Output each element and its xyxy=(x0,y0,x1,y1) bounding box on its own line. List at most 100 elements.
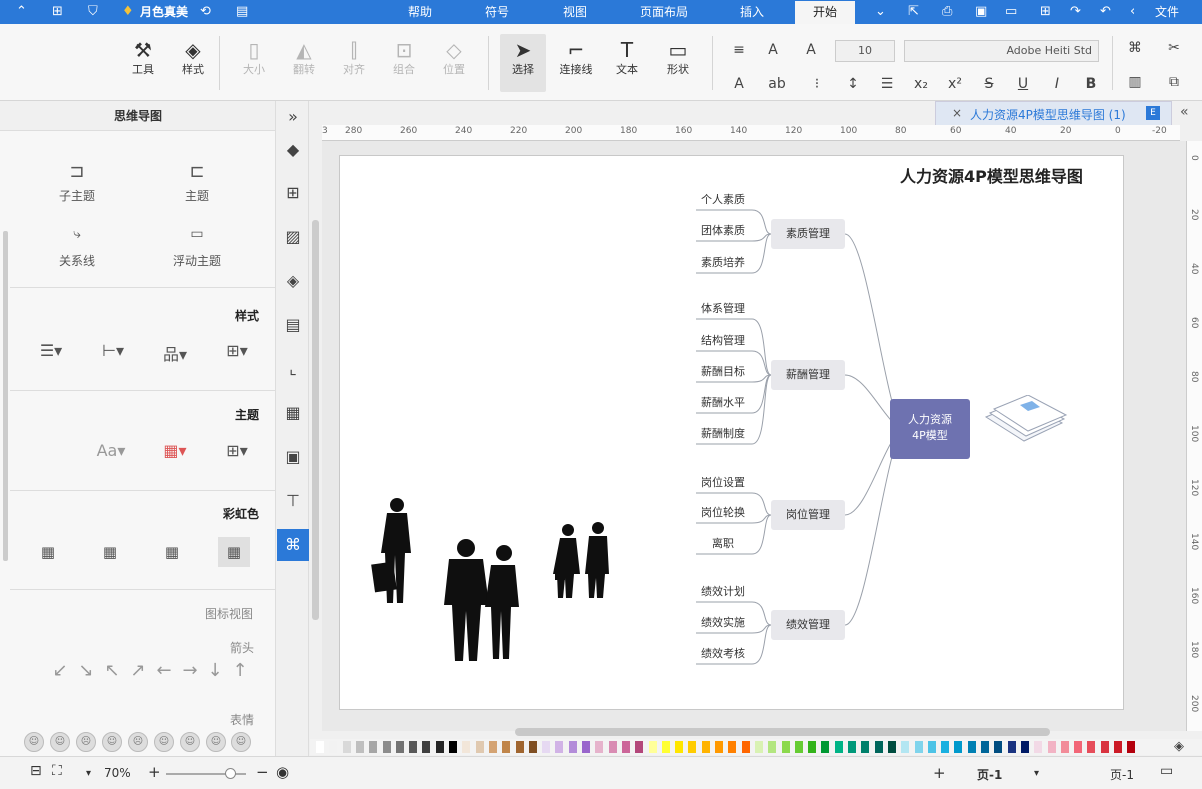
color-swatch[interactable] xyxy=(462,741,471,753)
color-swatch[interactable] xyxy=(635,741,644,753)
color-swatch[interactable] xyxy=(342,741,351,753)
business-people-silhouettes[interactable] xyxy=(365,493,625,673)
color-swatch[interactable] xyxy=(568,741,577,753)
branch-topic[interactable]: 岗位管理 xyxy=(771,500,845,530)
color-swatch[interactable] xyxy=(967,741,976,753)
fit-page-icon[interactable]: ⊟ xyxy=(30,763,42,779)
color-swatch[interactable] xyxy=(502,741,511,753)
color-swatch[interactable] xyxy=(715,741,723,753)
horizontal-scrollbar[interactable] xyxy=(515,728,1050,736)
leaf-topic[interactable]: 团体素质 xyxy=(693,222,753,238)
leaf-topic[interactable]: 岗位轮换 xyxy=(693,504,753,520)
color-swatch[interactable] xyxy=(316,741,324,753)
color-swatch[interactable] xyxy=(595,741,604,753)
leaf-topic[interactable]: 离职 xyxy=(693,535,753,551)
color-swatch[interactable] xyxy=(981,741,989,753)
page-layout-icon[interactable]: ▭ xyxy=(1160,763,1173,779)
color-swatch[interactable] xyxy=(1127,741,1136,753)
color-swatch[interactable] xyxy=(648,741,657,753)
leaf-topic[interactable]: 体系管理 xyxy=(693,300,753,316)
branch-topic[interactable]: 薪酬管理 xyxy=(771,360,845,390)
color-swatch[interactable] xyxy=(621,741,630,753)
color-swatch[interactable] xyxy=(449,741,457,753)
fit-zoom-icon[interactable]: ◉ xyxy=(276,763,289,781)
leaf-topic[interactable]: 岗位设置 xyxy=(693,474,753,490)
fullscreen-icon[interactable]: ⛶ xyxy=(52,763,62,779)
color-swatch[interactable] xyxy=(1074,741,1083,753)
color-swatch[interactable] xyxy=(608,741,617,753)
color-swatch[interactable] xyxy=(1100,741,1109,753)
color-swatch[interactable] xyxy=(701,741,710,753)
color-swatch[interactable] xyxy=(329,741,338,753)
color-swatch[interactable] xyxy=(954,741,963,753)
color-swatch[interactable] xyxy=(1114,741,1122,753)
color-swatch[interactable] xyxy=(1034,741,1043,753)
leaf-topic[interactable]: 绩效实施 xyxy=(693,614,753,630)
page-indicator[interactable]: 页-1 xyxy=(1110,766,1134,783)
fill-color-icon[interactable]: ◈ xyxy=(1174,739,1184,754)
color-swatch[interactable] xyxy=(994,741,1003,753)
branch-topic[interactable]: 素质管理 xyxy=(771,219,845,249)
color-swatch[interactable] xyxy=(488,741,497,753)
color-swatch[interactable] xyxy=(369,741,378,753)
page-tab[interactable]: 页-1 xyxy=(977,766,1002,783)
leaf-topic[interactable]: 薪酬制度 xyxy=(693,425,753,441)
color-swatch[interactable] xyxy=(475,741,484,753)
branch-topic[interactable]: 绩效管理 xyxy=(771,610,845,640)
color-swatch[interactable] xyxy=(409,741,418,753)
color-swatch[interactable] xyxy=(528,741,537,753)
color-swatch[interactable] xyxy=(861,741,870,753)
color-swatch[interactable] xyxy=(661,741,670,753)
color-swatch[interactable] xyxy=(1087,741,1096,753)
color-swatch[interactable] xyxy=(874,741,883,753)
color-swatch[interactable] xyxy=(515,741,524,753)
color-swatch[interactable] xyxy=(1060,741,1069,753)
mindmap-title[interactable]: 人力资源4P模型思维导图 xyxy=(900,163,1083,187)
add-page-icon[interactable]: + xyxy=(933,764,946,782)
color-swatch[interactable] xyxy=(834,741,843,753)
color-swatch[interactable] xyxy=(675,741,684,753)
color-swatch[interactable] xyxy=(555,741,564,753)
color-swatch[interactable] xyxy=(887,741,896,753)
color-swatch[interactable] xyxy=(1007,741,1016,753)
color-swatch[interactable] xyxy=(927,741,936,753)
color-swatch[interactable] xyxy=(901,741,910,753)
zoom-in-icon[interactable]: + xyxy=(148,763,161,781)
color-swatch[interactable] xyxy=(542,741,551,753)
color-swatch[interactable] xyxy=(728,741,737,753)
color-swatch[interactable] xyxy=(821,741,830,753)
color-swatch[interactable] xyxy=(754,741,763,753)
color-swatch[interactable] xyxy=(1020,741,1029,753)
color-swatch[interactable] xyxy=(808,741,817,753)
color-swatch[interactable] xyxy=(848,741,856,753)
page-dropdown-icon[interactable]: ▾ xyxy=(1034,768,1039,779)
documents-illustration[interactable] xyxy=(980,395,1070,455)
color-swatch[interactable] xyxy=(422,741,431,753)
color-swatch[interactable] xyxy=(355,741,364,753)
color-swatch[interactable] xyxy=(781,741,790,753)
color-swatch[interactable] xyxy=(741,741,750,753)
color-swatch[interactable] xyxy=(941,741,950,753)
zoom-dropdown-icon[interactable]: ▾ xyxy=(86,768,91,779)
status-bar: ▭ 页-1 ▾ 页-1 + ◉ − + 70% ▾ ⛶ ⊟ xyxy=(0,756,1202,789)
color-swatch[interactable] xyxy=(395,741,404,753)
leaf-topic[interactable]: 素质培养 xyxy=(693,254,753,270)
leaf-topic[interactable]: 个人素质 xyxy=(693,191,753,207)
leaf-topic[interactable]: 薪酬水平 xyxy=(693,394,753,410)
color-swatch[interactable] xyxy=(1047,741,1056,753)
zoom-slider-handle[interactable] xyxy=(225,768,236,779)
color-swatch[interactable] xyxy=(435,741,444,753)
leaf-topic[interactable]: 绩效考核 xyxy=(693,645,753,661)
color-swatch[interactable] xyxy=(582,741,590,753)
leaf-topic[interactable]: 薪酬目标 xyxy=(693,363,753,379)
color-swatch[interactable] xyxy=(688,741,697,753)
zoom-out-icon[interactable]: − xyxy=(256,763,269,781)
zoom-level[interactable]: 70% xyxy=(104,766,131,780)
color-swatch[interactable] xyxy=(794,741,803,753)
color-swatch[interactable] xyxy=(768,741,777,753)
leaf-topic[interactable]: 绩效计划 xyxy=(693,583,753,599)
leaf-topic[interactable]: 结构管理 xyxy=(693,332,753,348)
central-topic[interactable]: 人力资源 4P模型 xyxy=(890,399,970,459)
color-swatch[interactable] xyxy=(382,741,391,753)
color-swatch[interactable] xyxy=(914,741,923,753)
